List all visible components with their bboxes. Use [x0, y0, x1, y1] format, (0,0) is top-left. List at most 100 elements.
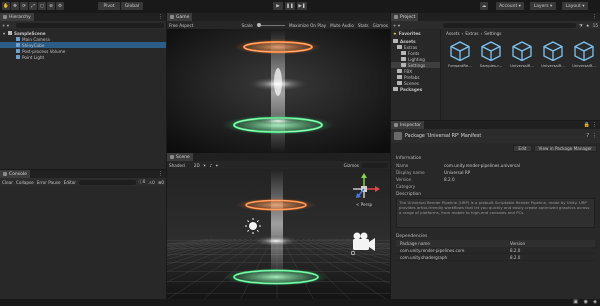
asset-item[interactable]: UniversalR...: [571, 41, 597, 81]
project-folder[interactable]: Packages: [391, 86, 440, 92]
edit-button[interactable]: Edit: [513, 145, 532, 152]
rect-tool-icon[interactable]: ▢: [38, 2, 46, 10]
step-button[interactable]: ▶❚: [297, 2, 307, 10]
scene-viewport[interactable]: < Persp: [167, 169, 390, 306]
breadcrumb-item[interactable]: Settings: [484, 31, 501, 36]
asset-label: UniversalR...: [510, 63, 534, 68]
layout-label: Layout: [565, 3, 581, 9]
console-error-icon[interactable]: ⊗0: [158, 180, 164, 185]
panel-menu-icon[interactable]: ⋮: [158, 14, 163, 20]
help-icon[interactable]: ?: [586, 133, 589, 139]
asset-item[interactable]: UniversalR...: [540, 41, 566, 81]
console-toolbar: Clear Collapse Error Pause Editor ⓘ0 ⚠0 …: [0, 178, 166, 186]
custom-tool-icon[interactable]: ⚙: [56, 2, 64, 10]
scene-gizmos[interactable]: Gizmos: [344, 163, 359, 168]
tab-project[interactable]: Project: [391, 13, 419, 21]
hierarchy-list: ▾ SampleScene Main Camera ShinyCube Post-pro…: [0, 29, 166, 60]
transform-tool-icon[interactable]: ⊕: [47, 2, 55, 10]
render-pipeline-asset-icon: [450, 41, 470, 61]
gameobject-icon: [16, 37, 20, 41]
hand-tool-icon[interactable]: ✋: [2, 2, 10, 10]
mute-toggle[interactable]: Mute Audio: [330, 23, 354, 28]
panel-menu-icon[interactable]: ⋮: [592, 14, 597, 20]
info-field-value[interactable]: 8.2.0: [444, 177, 455, 182]
status-icon-1[interactable]: ▣: [573, 299, 578, 305]
persp-label[interactable]: < Persp: [356, 202, 373, 207]
tab-console[interactable]: Console: [0, 170, 30, 178]
console-search[interactable]: [79, 179, 136, 185]
info-field-value[interactable]: com.unity.render-pipelines.universal: [444, 163, 520, 168]
gameobject-icon: [16, 43, 20, 47]
status-icon-3[interactable]: ◈: [593, 299, 597, 305]
asset-item[interactable]: Samples-r...: [478, 41, 504, 81]
console-info-icon[interactable]: ⓘ0: [139, 179, 146, 185]
pause-button[interactable]: ❚❚: [285, 2, 295, 10]
global-toggle[interactable]: Global: [121, 2, 143, 10]
information-section: Information Name com.unity.render-pipelin…: [391, 154, 600, 190]
console-editor[interactable]: Editor: [64, 180, 76, 185]
2d-toggle[interactable]: 2D: [194, 163, 200, 168]
visibility-icon[interactable]: 15: [593, 23, 598, 28]
effects-toggle-icon[interactable]: ✦: [215, 163, 219, 168]
maximize-toggle[interactable]: Maximize On Play: [289, 23, 326, 28]
pivot-toggle[interactable]: Pivot: [98, 2, 120, 10]
rotate-tool-icon[interactable]: ⟳: [20, 2, 28, 10]
console-collapse[interactable]: Collapse: [16, 180, 34, 185]
tab-scene[interactable]: Scene: [167, 153, 193, 161]
add-icon[interactable]: + ▾: [393, 23, 400, 28]
folder-icon: [397, 81, 402, 85]
inspector-tab-label: Inspector: [400, 122, 421, 128]
project-icon: [394, 15, 398, 19]
tab-hierarchy[interactable]: Hierarchy: [0, 13, 34, 21]
favorites-row[interactable]: ★ Favorites: [391, 30, 440, 36]
scale-slider[interactable]: [256, 23, 285, 27]
console-error-pause[interactable]: Error Pause: [37, 180, 61, 185]
deps-col-version: Version: [510, 241, 526, 246]
lock-icon[interactable]: 🔒: [584, 122, 590, 128]
play-button[interactable]: ▶: [273, 2, 283, 10]
filter-icon[interactable]: ⧩: [579, 23, 583, 28]
settings-icon[interactable]: ⋮: [592, 133, 597, 139]
info-field: Category: [396, 183, 595, 190]
deps-col-name: Package name: [400, 241, 430, 246]
panel-menu-icon[interactable]: ⋮: [592, 122, 597, 128]
game-panel: Game Free Aspect Scale Maximize On Play …: [167, 13, 390, 153]
shading-dropdown[interactable]: Shaded: [169, 163, 185, 168]
gizmos-toggle[interactable]: Gizmos: [373, 23, 388, 28]
hierarchy-icon: [3, 15, 7, 19]
package-icon: [394, 132, 402, 140]
scale-tool-icon[interactable]: ⤢: [29, 2, 37, 10]
audio-toggle-icon[interactable]: ♪: [209, 163, 212, 168]
status-icon-2[interactable]: ◉: [584, 299, 588, 305]
hierarchy-item[interactable]: Point Light: [0, 54, 166, 60]
asset-item[interactable]: ForwardRe...: [447, 41, 473, 81]
console-warn-icon[interactable]: ⚠0: [148, 180, 154, 185]
asset-item[interactable]: UniversalR...: [509, 41, 535, 81]
add-icon[interactable]: + ▾: [2, 23, 9, 28]
console-clear[interactable]: Clear: [2, 180, 13, 185]
game-viewport[interactable]: [167, 29, 390, 153]
scene-search[interactable]: [362, 162, 388, 168]
star-icon[interactable]: ★: [586, 23, 590, 28]
panel-menu-icon[interactable]: ⋮: [158, 171, 163, 177]
expand-arrow-icon[interactable]: ▾: [3, 31, 6, 36]
layers-dropdown[interactable]: Layers ▾: [530, 2, 556, 10]
scene-tabbar: Scene: [167, 153, 390, 161]
tab-inspector[interactable]: Inspector: [391, 121, 424, 129]
project-search[interactable]: [442, 22, 577, 28]
info-field-value[interactable]: Universal RP: [444, 170, 470, 175]
collab-icon[interactable]: ☁: [480, 2, 488, 10]
stats-toggle[interactable]: Stats: [358, 23, 369, 28]
breadcrumb-item[interactable]: Assets: [446, 31, 460, 36]
project-tab-label: Project: [400, 14, 416, 20]
layout-dropdown[interactable]: Layout ▾: [562, 2, 588, 10]
hierarchy-search[interactable]: [15, 22, 164, 28]
lighting-toggle-icon[interactable]: ☀: [203, 163, 207, 168]
view-in-package-manager-button[interactable]: View in Package Manager: [533, 145, 597, 152]
description-text[interactable]: The Universal Render Pipeline (URP) is a…: [396, 198, 595, 228]
breadcrumb-item[interactable]: Extras: [465, 31, 478, 36]
tab-game[interactable]: Game: [167, 13, 193, 21]
move-tool-icon[interactable]: ✥: [11, 2, 19, 10]
aspect-dropdown[interactable]: Free Aspect: [169, 23, 193, 28]
account-dropdown[interactable]: Account ▾: [496, 2, 524, 10]
